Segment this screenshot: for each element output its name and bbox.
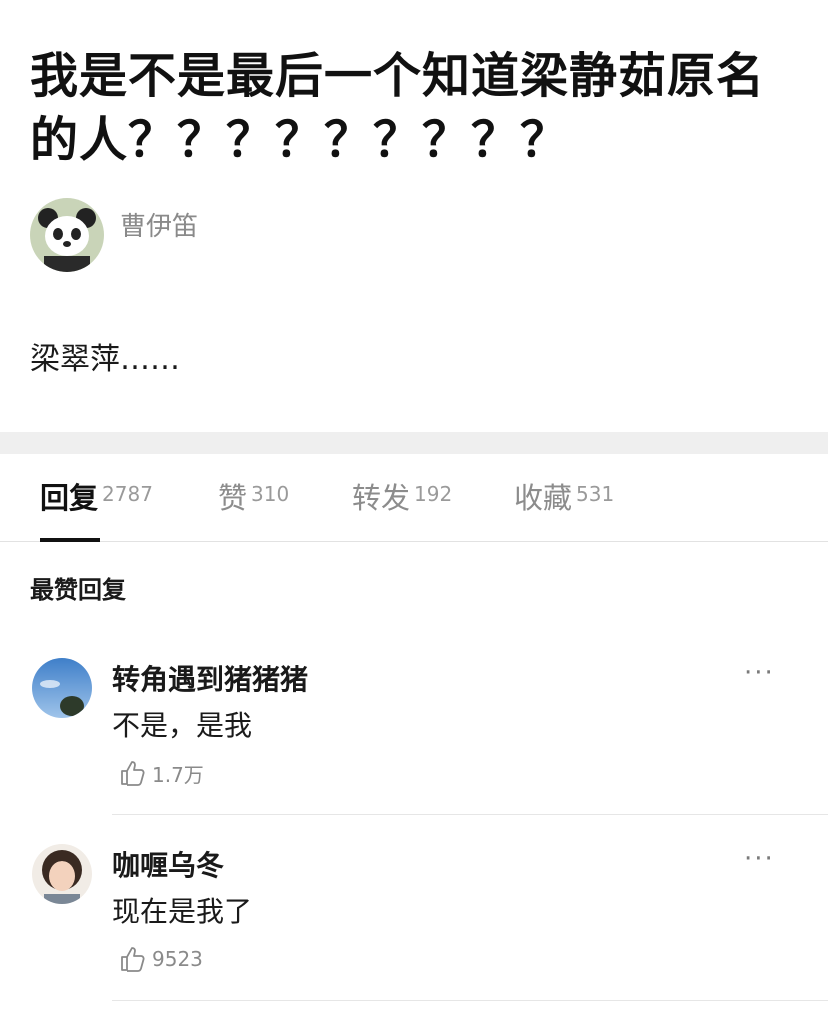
- tab-favorites-label: 收藏: [514, 481, 573, 515]
- tab-likes[interactable]: 赞 310: [218, 480, 289, 520]
- sky-avatar-icon: [32, 658, 92, 718]
- like-count: 9523: [152, 947, 203, 971]
- panda-avatar-icon: [30, 198, 104, 272]
- thumbs-up-icon: [121, 761, 145, 786]
- comment-item: 咖喱乌冬 现在是我了 ··· 9523: [0, 844, 828, 1024]
- comment-divider: [112, 814, 828, 815]
- comment-username[interactable]: 转角遇到猪猪猪: [112, 658, 308, 698]
- author-avatar[interactable]: [30, 198, 104, 272]
- tab-bar: 回复 2787 赞 310 转发 192 收藏 531: [0, 454, 828, 542]
- tab-likes-count: 310: [251, 482, 290, 506]
- tab-likes-label: 赞: [218, 481, 248, 515]
- section-divider: [0, 432, 828, 454]
- author-name[interactable]: 曹伊笛: [120, 206, 198, 243]
- portrait-avatar-icon: [32, 844, 92, 904]
- post-body: 梁翠萍……: [30, 342, 180, 377]
- tab-favorites[interactable]: 收藏 531: [514, 480, 614, 520]
- post-title: 我是不是最后一个知道梁静茹原名的人？？？？？？？？？: [30, 48, 766, 168]
- tab-favorites-count: 531: [576, 482, 615, 506]
- top-replies-heading: 最赞回复: [30, 576, 126, 604]
- comment-item: 转角遇到猪猪猪 不是，是我 ··· 1.7万: [0, 658, 828, 838]
- tab-reposts-count: 192: [414, 482, 453, 506]
- comment-text: 现在是我了: [112, 895, 253, 928]
- active-tab-underline: [40, 538, 100, 542]
- more-dots-icon[interactable]: ···: [744, 844, 792, 880]
- like-button[interactable]: 1.7万: [118, 756, 204, 790]
- tab-reposts-label: 转发: [352, 481, 411, 515]
- thumbs-up-icon: [121, 947, 145, 972]
- comment-avatar[interactable]: [32, 658, 92, 718]
- tab-replies[interactable]: 回复 2787: [40, 480, 153, 520]
- tab-replies-label: 回复: [40, 481, 99, 515]
- comment-divider: [112, 1000, 828, 1001]
- comment-avatar[interactable]: [32, 844, 92, 904]
- tab-replies-count: 2787: [102, 482, 153, 506]
- comment-text: 不是，是我: [112, 709, 253, 742]
- tab-reposts[interactable]: 转发 192: [352, 480, 452, 520]
- like-button[interactable]: 9523: [118, 942, 203, 976]
- like-count: 1.7万: [152, 762, 204, 787]
- more-dots-icon[interactable]: ···: [744, 658, 792, 694]
- comment-username[interactable]: 咖喱乌冬: [112, 844, 224, 884]
- author-row[interactable]: 曹伊笛: [30, 198, 198, 274]
